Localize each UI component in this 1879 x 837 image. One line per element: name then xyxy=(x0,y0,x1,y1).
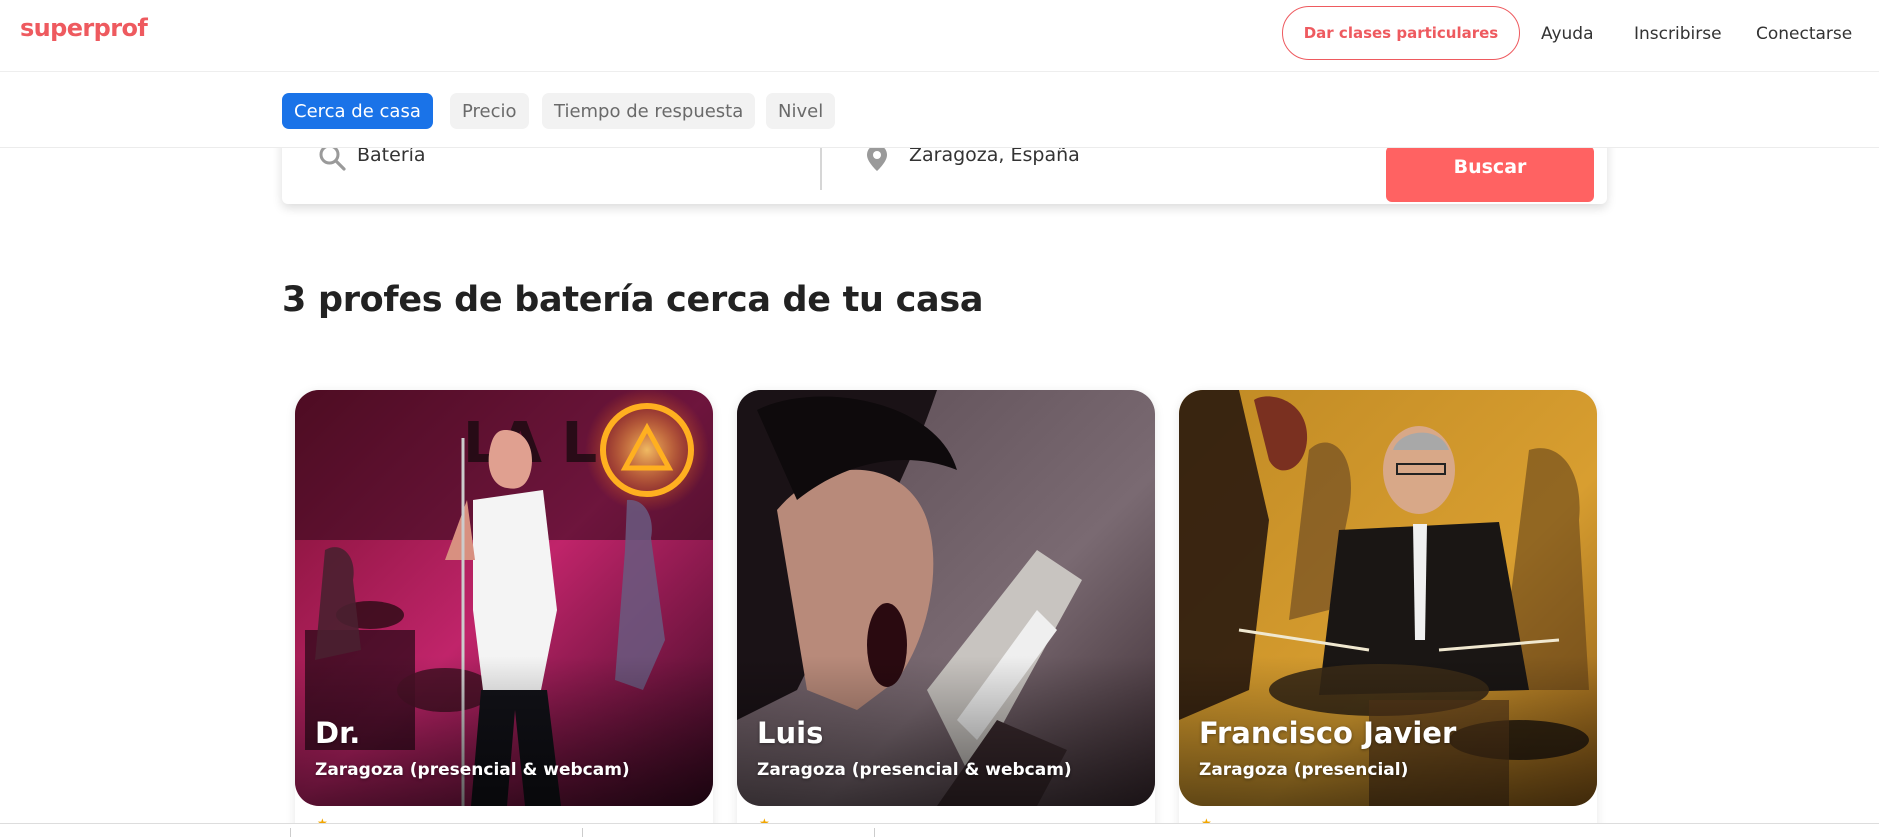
teacher-location: Zaragoza (presencial & webcam) xyxy=(757,760,1072,780)
filter-bar: Cerca de casa Precio Tiempo de respuesta… xyxy=(0,73,1879,148)
teacher-name: Dr. xyxy=(315,716,361,750)
results-title: 3 profes de batería cerca de tu casa xyxy=(282,280,984,320)
location-pin-icon xyxy=(867,145,887,171)
bottom-separator xyxy=(290,828,291,837)
filter-chip-price[interactable]: Precio xyxy=(450,93,529,129)
filter-chip-response-time[interactable]: Tiempo de respuesta xyxy=(542,93,756,129)
superprof-logo[interactable]: superprof xyxy=(20,14,148,42)
signup-link[interactable]: Inscribirse xyxy=(1634,24,1722,44)
teacher-name: Luis xyxy=(757,716,824,750)
filter-chip-near-home[interactable]: Cerca de casa xyxy=(282,93,433,129)
login-link[interactable]: Conectarse xyxy=(1756,24,1852,44)
bottom-bar xyxy=(0,823,1879,837)
filter-chip-level[interactable]: Nivel xyxy=(766,93,836,129)
teach-lessons-button[interactable]: Dar clases particulares xyxy=(1282,6,1520,60)
bottom-separator xyxy=(874,828,875,837)
teacher-location: Zaragoza (presencial) xyxy=(1199,760,1409,780)
help-link[interactable]: Ayuda xyxy=(1541,24,1594,44)
teacher-card[interactable]: Francisco Javier Zaragoza (presencial) ★ xyxy=(1179,390,1597,837)
bottom-separator xyxy=(582,828,583,837)
top-header: superprof Dar clases particulares Ayuda … xyxy=(0,0,1879,72)
page: superprof Dar clases particulares Ayuda … xyxy=(0,0,1879,837)
teacher-name: Francisco Javier xyxy=(1199,716,1457,750)
search-button[interactable]: Buscar xyxy=(1386,146,1594,202)
teacher-location: Zaragoza (presencial & webcam) xyxy=(315,760,630,780)
teacher-card[interactable]: LA L Dr. Zaragoza (presencial & webcam) … xyxy=(295,390,713,837)
teacher-card[interactable]: Luis Zaragoza (presencial & webcam) ★ xyxy=(737,390,1155,837)
